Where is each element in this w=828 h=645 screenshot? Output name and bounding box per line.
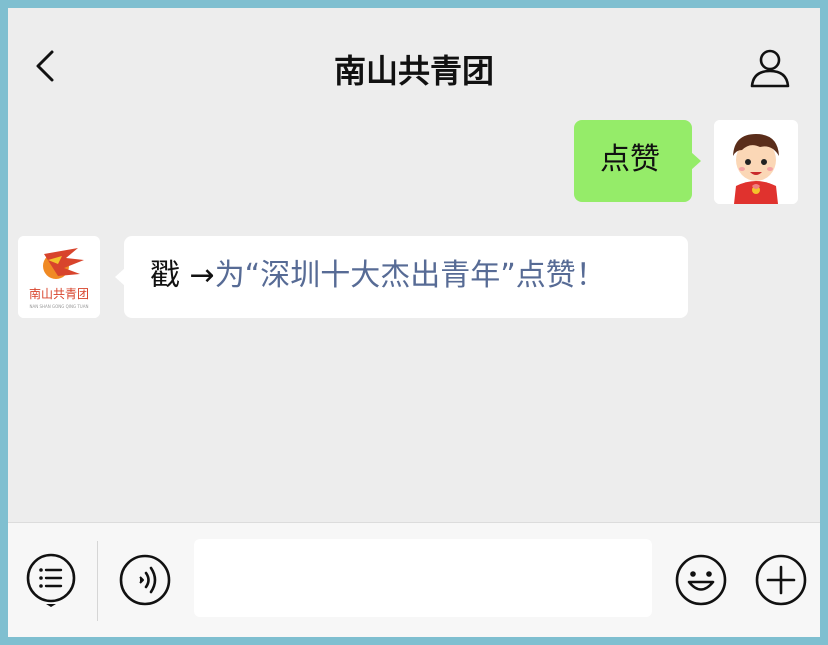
header-bar: 南山共青团	[8, 8, 820, 108]
org-logo-illustration: 南山共青团 NAN SHAN GONG QING TUAN	[18, 236, 100, 318]
emoji-icon[interactable]	[674, 553, 728, 607]
menu-list-icon[interactable]	[24, 553, 78, 607]
message-text: 点赞	[600, 142, 660, 177]
logo-name: 南山共青团	[29, 286, 89, 301]
logo-subtext: NAN SHAN GONG QING TUAN	[30, 304, 89, 309]
avatar-illustration	[714, 120, 798, 204]
message-link[interactable]: 为“深圳十大杰出青年”点赞！	[215, 258, 606, 293]
message-prefix: 戳 →	[150, 258, 215, 293]
chat-window: 南山共青团 点赞 南山共青团 NAN SHAN GONG QING TUAN 戳…	[8, 8, 820, 637]
person-icon[interactable]	[748, 46, 792, 90]
divider	[97, 541, 98, 621]
voice-icon[interactable]	[118, 553, 172, 607]
chat-title: 南山共青团	[333, 52, 494, 90]
message-bubble-org[interactable]: 戳 →为“深圳十大杰出青年”点赞！	[115, 236, 688, 318]
input-bar	[8, 522, 820, 637]
message-input[interactable]	[194, 539, 652, 617]
nanshan-youth-league-logo[interactable]: 南山共青团 NAN SHAN GONG QING TUAN	[18, 236, 100, 318]
cartoon-boy-avatar[interactable]	[714, 120, 798, 204]
message-list: 点赞 南山共青团 NAN SHAN GONG QING TUAN 戳 →为“深圳…	[8, 108, 820, 522]
message-bubble-self[interactable]: 点赞	[574, 120, 701, 202]
plus-icon[interactable]	[754, 553, 808, 607]
